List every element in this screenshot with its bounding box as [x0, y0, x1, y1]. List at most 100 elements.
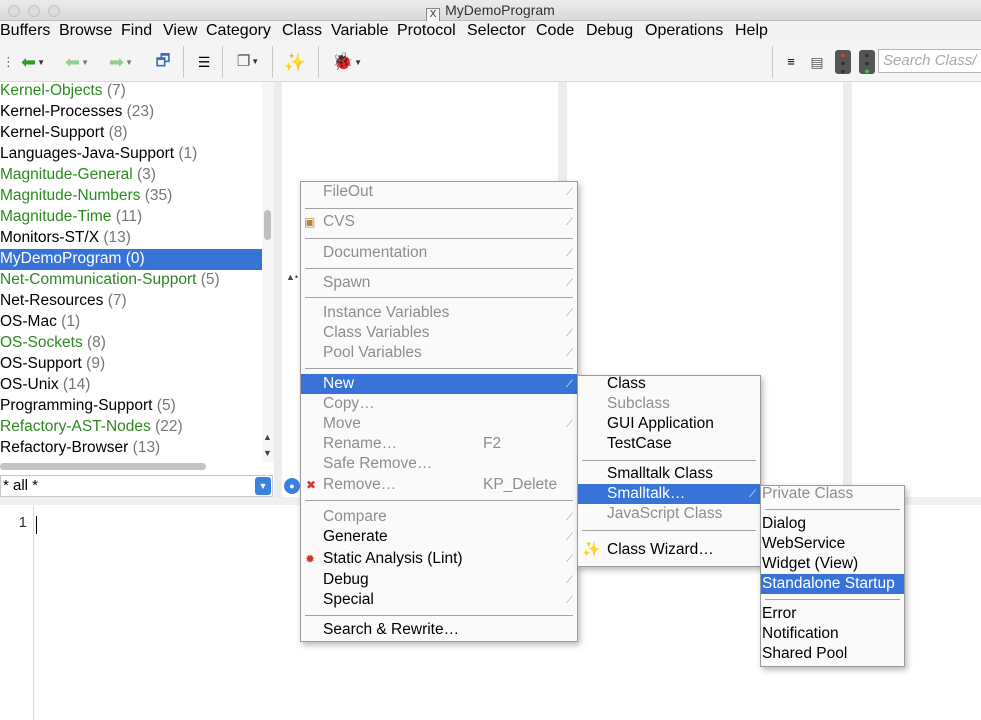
menu-item-gui-application[interactable]: GUI Application [578, 414, 760, 434]
menu-item-instance-variables[interactable]: Instance Variables ⟋ [301, 303, 577, 323]
category-item[interactable]: Kernel-Support (8) [0, 123, 262, 144]
category-item[interactable]: OS-Unix (14) [0, 375, 262, 396]
back-arrow-icon[interactable]: ⬅▼ [14, 50, 52, 74]
menu-item-smalltalk[interactable]: Smalltalk… ⟋ [578, 484, 760, 504]
menu-item-debug[interactable]: Debug ⟋ [301, 570, 577, 590]
menu-item-documentation[interactable]: Documentation ⟋ [301, 243, 577, 263]
hierarchy-icon[interactable]: ☰ [194, 50, 214, 74]
scroll-down-icon[interactable]: ▼ [263, 448, 272, 458]
radio-selected-icon[interactable]: ● [284, 478, 300, 494]
pane-divider[interactable] [843, 82, 852, 497]
category-item[interactable]: Kernel-Objects (7) [0, 82, 262, 102]
category-item[interactable]: Net-Communication-Support (5) [0, 270, 262, 291]
menu-item-spawn[interactable]: Spawn ⟋ [301, 273, 577, 293]
menu-item-smalltalk-class[interactable]: Smalltalk Class [578, 464, 760, 484]
menu-code[interactable]: Code [536, 22, 574, 40]
category-count: (11) [115, 208, 143, 225]
traffic-red-icon[interactable]: ● ● ● [835, 50, 851, 76]
menu-item-standalone-startup[interactable]: Standalone Startup [761, 574, 904, 594]
menu-item-error[interactable]: Error [761, 604, 904, 624]
menu-item-copy[interactable]: Copy… [301, 394, 577, 414]
menu-help[interactable]: Help [735, 22, 768, 40]
menu-debug[interactable]: Debug [586, 22, 633, 40]
back-arrow-alt-icon[interactable]: ⬅▼ [58, 50, 96, 74]
menu-item-label: Notification [762, 625, 839, 642]
line-number-gutter: 1 [0, 505, 34, 720]
category-item[interactable]: Refactory-AST-Nodes (22) [0, 417, 262, 438]
menu-item-remove[interactable]: ✖ Remove… KP_Delete [301, 475, 577, 495]
traffic-green-icon[interactable]: ● ● ● [859, 50, 875, 76]
category-scrollbar[interactable] [262, 82, 274, 462]
pane-divider[interactable] [274, 82, 282, 497]
document-icon[interactable]: ▤ [808, 50, 826, 74]
menu-item-move[interactable]: Move ⟋ [301, 414, 577, 434]
menu-item-fileout[interactable]: FileOut ⟋ [301, 182, 577, 202]
category-item[interactable]: OS-Support (9) [0, 354, 262, 375]
category-item[interactable]: Refactory-Browser (13) [0, 438, 262, 459]
menu-selector[interactable]: Selector [467, 22, 526, 40]
new-window-icon[interactable]: 🗗 [150, 50, 176, 74]
menu-item-generate[interactable]: Generate ⟋ [301, 527, 577, 547]
category-item[interactable]: Magnitude-General (3) [0, 165, 262, 186]
wizard-wand-icon: ✨ [582, 541, 601, 558]
menu-item-class[interactable]: Class [578, 374, 760, 394]
menu-category[interactable]: Category [206, 22, 271, 40]
menu-item-pool-variables[interactable]: Pool Variables ⟋ [301, 343, 577, 363]
menu-item-compare[interactable]: Compare ⟋ [301, 507, 577, 527]
category-item[interactable]: Languages-Java-Support (1) [0, 144, 262, 165]
menu-item-private-class[interactable]: Private Class [761, 484, 904, 504]
menu-separator [582, 460, 756, 461]
menu-item-search-rewrite[interactable]: Search & Rewrite… [301, 620, 577, 640]
category-filter-select[interactable]: * all * ▼ [0, 475, 273, 497]
horizontal-scroll-thumb[interactable] [0, 463, 206, 470]
new-submenu: Class Subclass GUI Application TestCase Smal… [577, 375, 761, 567]
category-item[interactable]: OS-Sockets (8) [0, 333, 262, 354]
menu-browse[interactable]: Browse [59, 22, 112, 40]
menu-item-cvs[interactable]: ▣ CVS ⟋ [301, 212, 577, 232]
menu-item-testcase[interactable]: TestCase [578, 434, 760, 454]
menu-item-subclass[interactable]: Subclass [578, 394, 760, 414]
menu-item-rename[interactable]: Rename… F2 [301, 434, 577, 454]
category-item[interactable]: Magnitude-Numbers (35) [0, 186, 262, 207]
forward-arrow-icon[interactable]: ➡▼ [102, 50, 140, 74]
menu-item-widget-view[interactable]: Widget (View) [761, 554, 904, 574]
category-item[interactable]: Magnitude-Time (11) [0, 207, 262, 228]
debug-bug-icon[interactable]: 🐞▼ [328, 50, 366, 74]
category-scroll-thumb[interactable] [264, 210, 271, 240]
menu-item-class-wizard[interactable]: ✨ Class Wizard… [578, 540, 760, 560]
menu-item-new[interactable]: New ⟋ [301, 374, 577, 394]
category-item[interactable]: Monitors-ST/X (13) [0, 228, 262, 249]
scroll-up-icon[interactable]: ▲ [263, 432, 272, 442]
windows-stack-icon[interactable]: ❐▼ [231, 50, 265, 74]
menu-variable[interactable]: Variable [331, 22, 389, 40]
search-class-input[interactable]: Search Class/ [878, 49, 981, 73]
category-list[interactable]: Kernel-Objects (7) Kernel-Processes (23) K… [0, 82, 262, 462]
menu-view[interactable]: View [163, 22, 197, 40]
menu-item-special[interactable]: Special ⟋ [301, 590, 577, 610]
category-item[interactable]: Net-Resources (7) [0, 291, 262, 312]
category-item[interactable]: Programming-Support (5) [0, 396, 262, 417]
submenu-arrow-icon: ⟋ [566, 308, 573, 319]
category-item[interactable]: Kernel-Processes (23) [0, 102, 262, 123]
menu-find[interactable]: Find [121, 22, 152, 40]
wizard-wand-icon[interactable]: ✨ [282, 50, 308, 74]
dropdown-arrow-icon[interactable]: ▼ [255, 477, 271, 495]
menu-item-javascript-class[interactable]: JavaScript Class [578, 504, 760, 524]
category-name: MyDemoProgram [0, 250, 122, 267]
menu-operations[interactable]: Operations [645, 22, 723, 40]
menu-class[interactable]: Class [282, 22, 322, 40]
menu-item-shared-pool[interactable]: Shared Pool [761, 644, 904, 664]
menu-buffers[interactable]: Buffers [0, 22, 50, 40]
menu-item-dialog[interactable]: Dialog [761, 514, 904, 534]
menu-item-webservice[interactable]: WebService [761, 534, 904, 554]
menu-item-safe-remove[interactable]: Safe Remove… [301, 454, 577, 474]
category-item[interactable]: OS-Mac (1) [0, 312, 262, 333]
dotted-grip-icon[interactable]: ⋮ [2, 50, 15, 74]
selector-list-pane[interactable] [852, 82, 981, 497]
format-icon[interactable]: ≡ [782, 50, 800, 74]
menu-protocol[interactable]: Protocol [397, 22, 456, 40]
category-item[interactable]: MyDemoProgram (0) [0, 249, 262, 270]
menu-item-class-variables[interactable]: Class Variables ⟋ [301, 323, 577, 343]
menu-item-notification[interactable]: Notification [761, 624, 904, 644]
menu-item-static-analysis-lint[interactable]: ✹ Static Analysis (Lint) ⟋ [301, 549, 577, 569]
